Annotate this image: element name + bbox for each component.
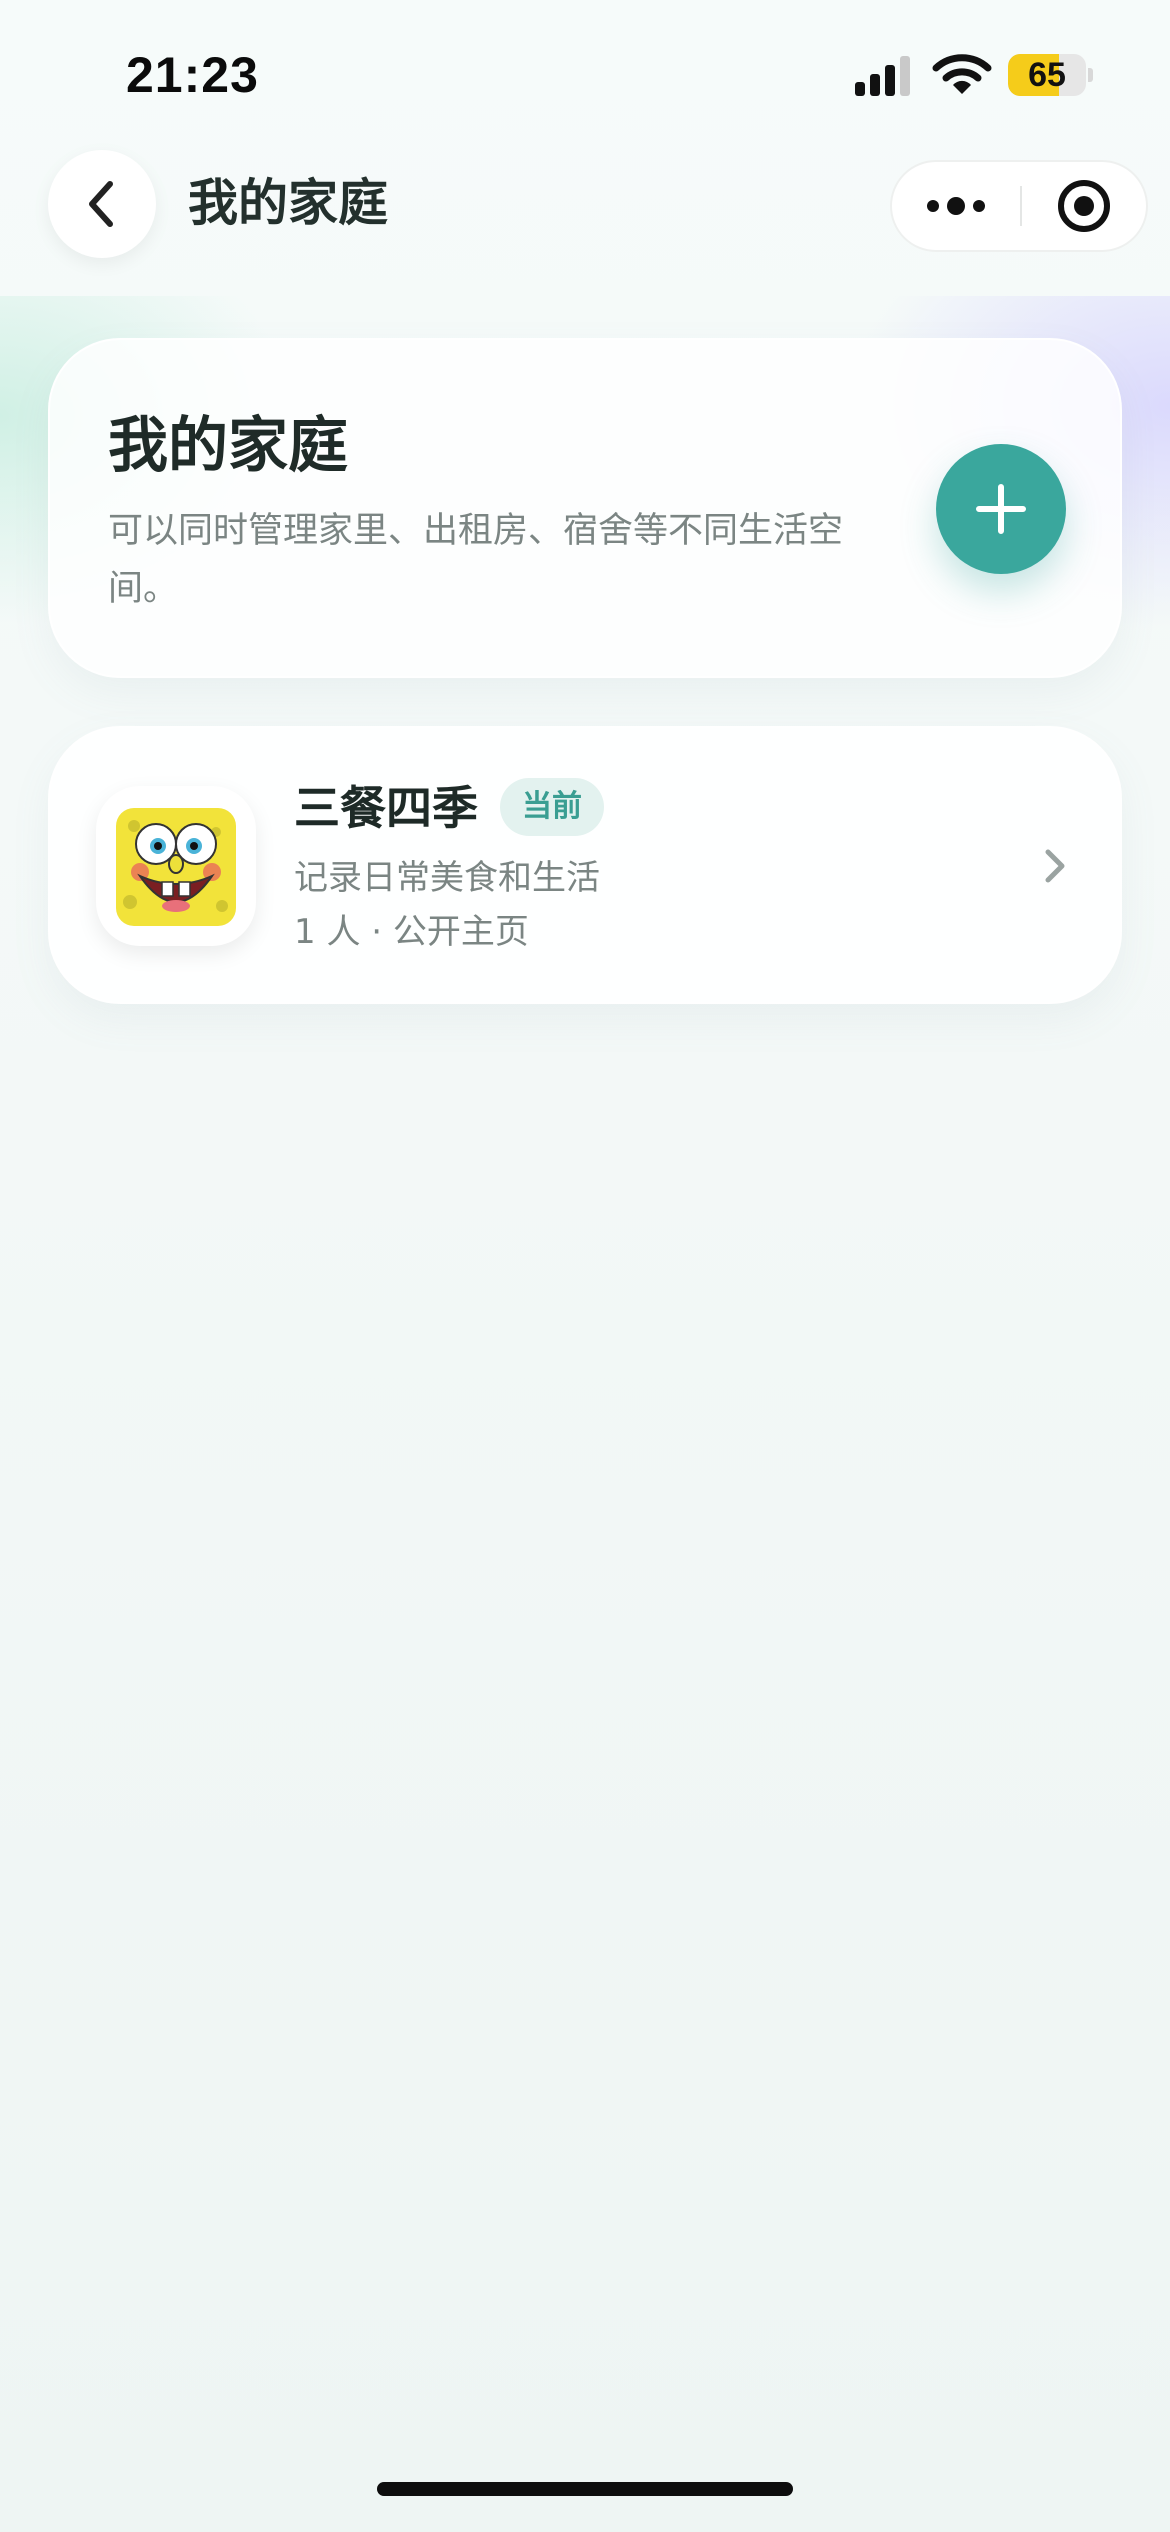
battery-body: 65	[1008, 54, 1086, 96]
more-dots-icon	[927, 197, 985, 215]
more-button[interactable]	[892, 162, 1020, 250]
family-meta: 1 人 · 公开主页	[294, 912, 529, 952]
mini-program-capsule	[890, 160, 1148, 252]
family-list-item[interactable]: 三餐四季 当前 记录日常美食和生活 1 人 · 公开主页	[48, 726, 1122, 1004]
family-description: 记录日常美食和生活	[294, 858, 600, 898]
chevron-left-icon	[89, 181, 113, 227]
target-circle-icon	[1058, 180, 1110, 232]
close-mini-program-button[interactable]	[1022, 162, 1146, 250]
add-family-button[interactable]	[936, 444, 1066, 574]
current-badge: 当前	[500, 778, 604, 836]
cellular-signal-icon	[855, 56, 910, 96]
chevron-right-icon	[1045, 849, 1065, 883]
status-time: 21:23	[126, 47, 259, 103]
battery-cap	[1088, 68, 1093, 82]
header-description: 可以同时管理家里、出租房、宿舍等不同生活空间。	[108, 511, 844, 609]
spongebob-avatar	[116, 808, 236, 926]
page-title: 我的家庭	[188, 174, 388, 232]
header-card: 我的家庭 可以同时管理家里、出租房、宿舍等不同生活空间。	[48, 338, 1122, 678]
home-indicator	[377, 2482, 793, 2496]
battery-indicator: 65	[1008, 54, 1093, 96]
battery-level: 65	[1028, 56, 1066, 94]
header-title: 我的家庭	[108, 411, 348, 481]
back-button[interactable]	[48, 150, 156, 258]
wifi-icon	[932, 54, 992, 94]
avatar	[96, 786, 256, 946]
family-name: 三餐四季	[294, 781, 478, 835]
status-bar: 21:23 65	[0, 0, 1170, 150]
plus-icon	[976, 484, 1026, 534]
